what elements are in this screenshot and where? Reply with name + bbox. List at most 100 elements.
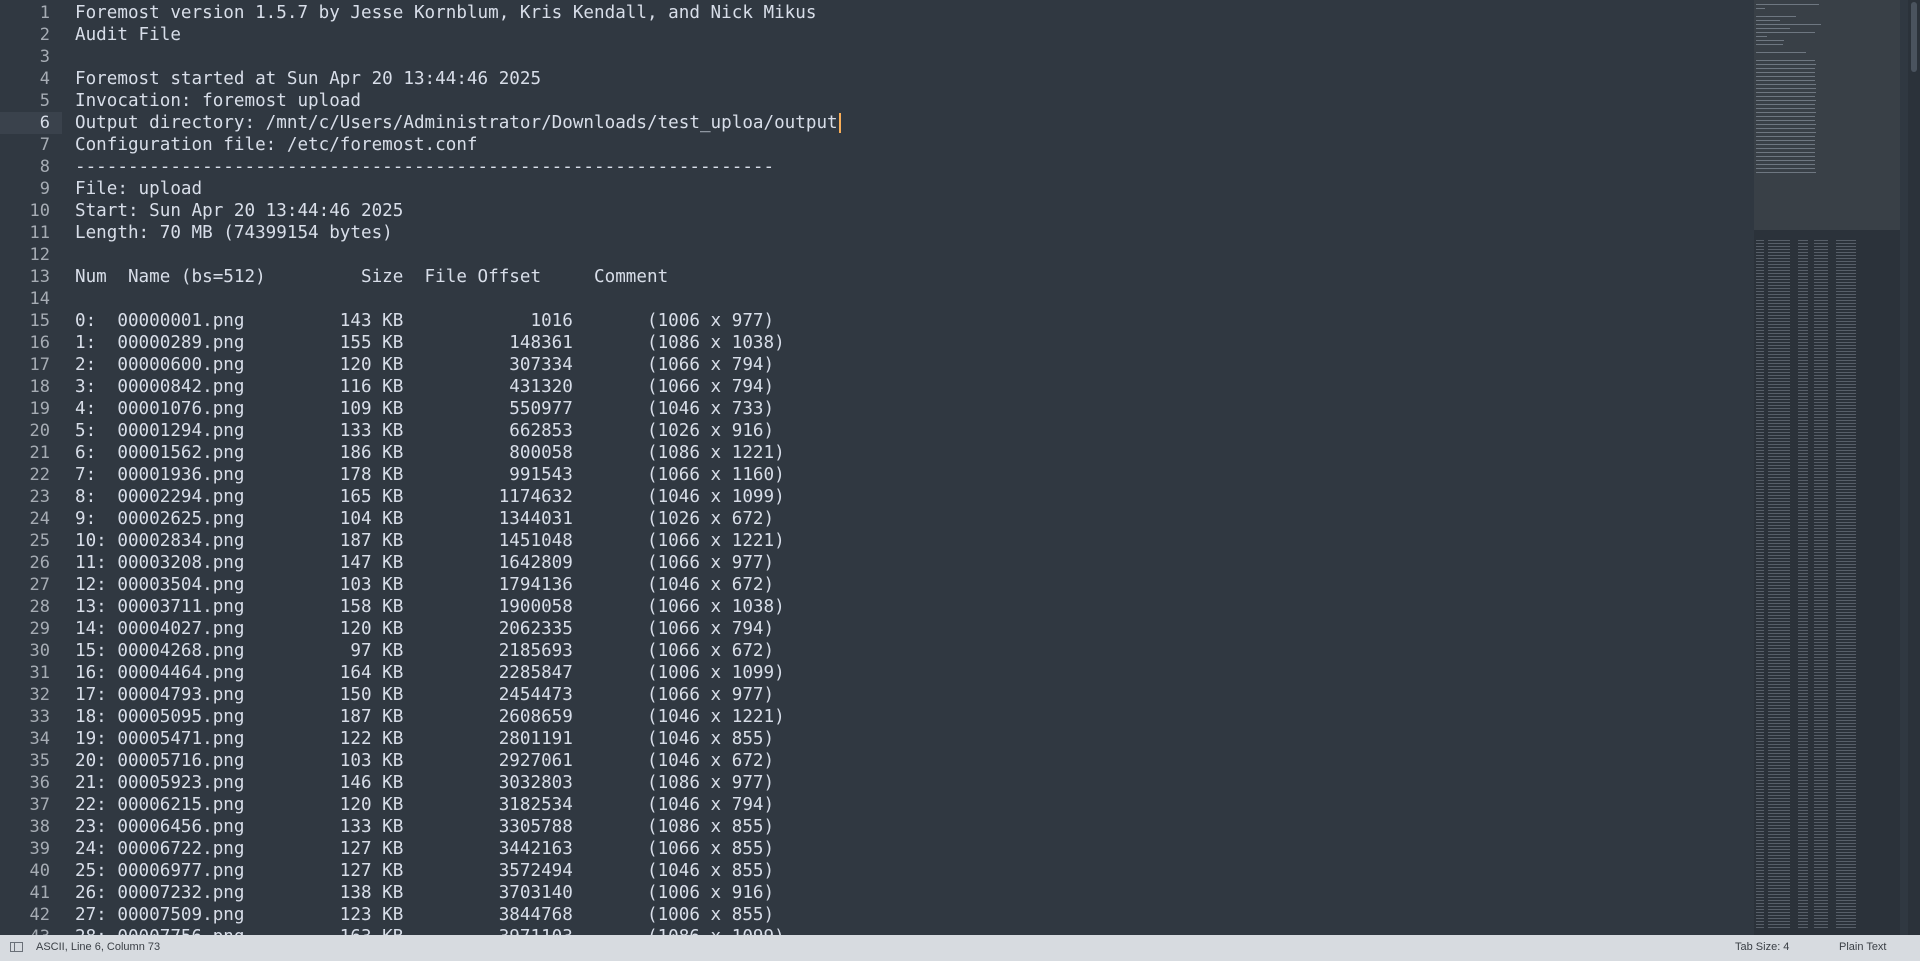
text-line[interactable]: 11: 00003208.png 147 KB 1642809 (1066 x … [75, 552, 1755, 574]
line-number-gutter: 1 2 3 4 5 6 7 8 9 10 11 12 13 14 15 16 17 18 19 20 21 22 23 24 2… [0, 2, 62, 935]
minimap-line [1756, 255, 1764, 256]
text-line[interactable]: 23: 00006456.png 133 KB 3305788 (1086 x … [75, 816, 1755, 838]
text-line[interactable]: 24: 00006722.png 127 KB 3442163 (1066 x … [75, 838, 1755, 860]
text-line[interactable]: 21: 00005923.png 146 KB 3032803 (1086 x … [75, 772, 1755, 794]
minimap-line [1798, 783, 1808, 784]
minimap-line [1836, 774, 1856, 775]
minimap-line [1836, 729, 1856, 730]
text-line[interactable]: Foremost version 1.5.7 by Jesse Kornblum… [75, 2, 1755, 24]
text-line[interactable]: 10: 00002834.png 187 KB 1451048 (1066 x … [75, 530, 1755, 552]
minimap-line [1798, 387, 1808, 388]
minimap-line [1836, 915, 1856, 916]
text-line[interactable]: 0: 00000001.png 143 KB 1016 (1006 x 977) [75, 310, 1755, 332]
text-line[interactable]: 20: 00005716.png 103 KB 2927061 (1046 x … [75, 750, 1755, 772]
minimap-line [1756, 336, 1764, 337]
minimap-line [1836, 513, 1856, 514]
minimap-line [1756, 258, 1764, 259]
minimap-line [1768, 726, 1790, 727]
text-line[interactable]: Num Name (bs=512) Size File Offset Comme… [75, 266, 1755, 288]
minimap-line [1756, 357, 1764, 358]
text-line[interactable]: 1: 00000289.png 155 KB 148361 (1086 x 10… [75, 332, 1755, 354]
editor-area[interactable]: 1 2 3 4 5 6 7 8 9 10 11 12 13 14 15 16 17 18 19 20 21 22 23 24 2… [0, 0, 1920, 935]
current-line[interactable]: Output directory: /mnt/c/Users/Administr… [75, 112, 1755, 134]
text-line[interactable]: 25: 00006977.png 127 KB 3572494 (1046 x … [75, 860, 1755, 882]
minimap-line [1798, 906, 1808, 907]
minimap-line [1814, 870, 1828, 871]
text-line[interactable] [75, 288, 1755, 310]
minimap-line [1768, 459, 1790, 460]
minimap-line [1768, 843, 1790, 844]
minimap-line [1756, 522, 1764, 523]
minimap-line [1756, 909, 1764, 910]
minimap-line [1756, 555, 1764, 556]
line-number: 39 [29, 839, 50, 859]
text-line[interactable]: 12: 00003504.png 103 KB 1794136 (1046 x … [75, 574, 1755, 596]
minimap-line [1798, 444, 1808, 445]
text-line[interactable]: 18: 00005095.png 187 KB 2608659 (1046 x … [75, 706, 1755, 728]
minimap-line [1836, 750, 1856, 751]
text-line[interactable]: 15: 00004268.png 97 KB 2185693 (1066 x 6… [75, 640, 1755, 662]
text-line[interactable]: 2: 00000600.png 120 KB 307334 (1066 x 79… [75, 354, 1755, 376]
text-line[interactable]: File: upload [75, 178, 1755, 200]
minimap-line [1814, 852, 1828, 853]
text-line[interactable]: 4: 00001076.png 109 KB 550977 (1046 x 73… [75, 398, 1755, 420]
minimap-line [1756, 510, 1764, 511]
text-line[interactable]: 7: 00001936.png 178 KB 991543 (1066 x 11… [75, 464, 1755, 486]
text-line[interactable]: 14: 00004027.png 120 KB 2062335 (1066 x … [75, 618, 1755, 640]
text-line[interactable]: Configuration file: /etc/foremost.conf [75, 134, 1755, 156]
minimap-line [1756, 96, 1816, 97]
text-line[interactable]: Start: Sun Apr 20 13:44:46 2025 [75, 200, 1755, 222]
status-tab-size[interactable]: Tab Size: 4 [1735, 941, 1789, 953]
text-line[interactable] [75, 244, 1755, 266]
minimap-line [1756, 462, 1764, 463]
text-line[interactable]: 6: 00001562.png 186 KB 800058 (1086 x 12… [75, 442, 1755, 464]
minimap-line [1836, 573, 1856, 574]
scrollbar-thumb[interactable] [1911, 2, 1917, 72]
minimap-line [1756, 897, 1764, 898]
minimap-line [1836, 348, 1856, 349]
toggle-panel-icon[interactable] [10, 942, 23, 952]
text-line[interactable]: 13: 00003711.png 158 KB 1900058 (1066 x … [75, 596, 1755, 618]
minimap-line [1756, 693, 1764, 694]
minimap-line [1756, 537, 1764, 538]
text-line[interactable] [75, 46, 1755, 68]
status-syntax[interactable]: Plain Text [1839, 941, 1887, 953]
minimap-line [1768, 852, 1790, 853]
text-line[interactable]: ----------------------------------------… [75, 156, 1755, 178]
text-line[interactable]: Audit File [75, 24, 1755, 46]
minimap-line [1814, 603, 1828, 604]
text-line[interactable]: 9: 00002625.png 104 KB 1344031 (1026 x 6… [75, 508, 1755, 530]
minimap-line [1798, 789, 1808, 790]
minimap-line [1798, 819, 1808, 820]
text-line[interactable]: Invocation: foremost upload [75, 90, 1755, 112]
text-line[interactable]: 27: 00007509.png 123 KB 3844768 (1006 x … [75, 904, 1755, 926]
text-line[interactable]: 17: 00004793.png 150 KB 2454473 (1066 x … [75, 684, 1755, 706]
minimap-line [1756, 603, 1764, 604]
text-line[interactable]: 26: 00007232.png 138 KB 3703140 (1006 x … [75, 882, 1755, 904]
text-line[interactable]: 22: 00006215.png 120 KB 3182534 (1046 x … [75, 794, 1755, 816]
minimap[interactable] [1754, 0, 1900, 935]
minimap-line [1756, 915, 1764, 916]
text-line[interactable]: 5: 00001294.png 133 KB 662853 (1026 x 91… [75, 420, 1755, 442]
text-line[interactable]: 16: 00004464.png 164 KB 2285847 (1006 x … [75, 662, 1755, 684]
text-buffer[interactable]: Foremost version 1.5.7 by Jesse Kornblum… [75, 2, 1755, 935]
line-number: 20 [29, 421, 50, 441]
minimap-line [1836, 639, 1856, 640]
minimap-line [1768, 384, 1790, 385]
text-line[interactable]: 3: 00000842.png 116 KB 431320 (1066 x 79… [75, 376, 1755, 398]
minimap-line [1798, 798, 1808, 799]
minimap-line [1768, 357, 1790, 358]
vertical-scrollbar[interactable] [1908, 0, 1920, 935]
text-line[interactable]: Length: 70 MB (74399154 bytes) [75, 222, 1755, 244]
line-number: 27 [29, 575, 50, 595]
minimap-line [1768, 627, 1790, 628]
text-line[interactable]: 19: 00005471.png 122 KB 2801191 (1046 x … [75, 728, 1755, 750]
minimap-line [1814, 684, 1828, 685]
text-line[interactable]: 8: 00002294.png 165 KB 1174632 (1046 x 1… [75, 486, 1755, 508]
minimap-line [1768, 765, 1790, 766]
text-line[interactable]: Foremost started at Sun Apr 20 13:44:46 … [75, 68, 1755, 90]
text-line[interactable]: 28: 00007756.png 163 KB 3971103 (1086 x … [75, 926, 1755, 935]
minimap-viewport[interactable] [1754, 0, 1900, 230]
minimap-line [1814, 618, 1828, 619]
minimap-line [1836, 828, 1856, 829]
